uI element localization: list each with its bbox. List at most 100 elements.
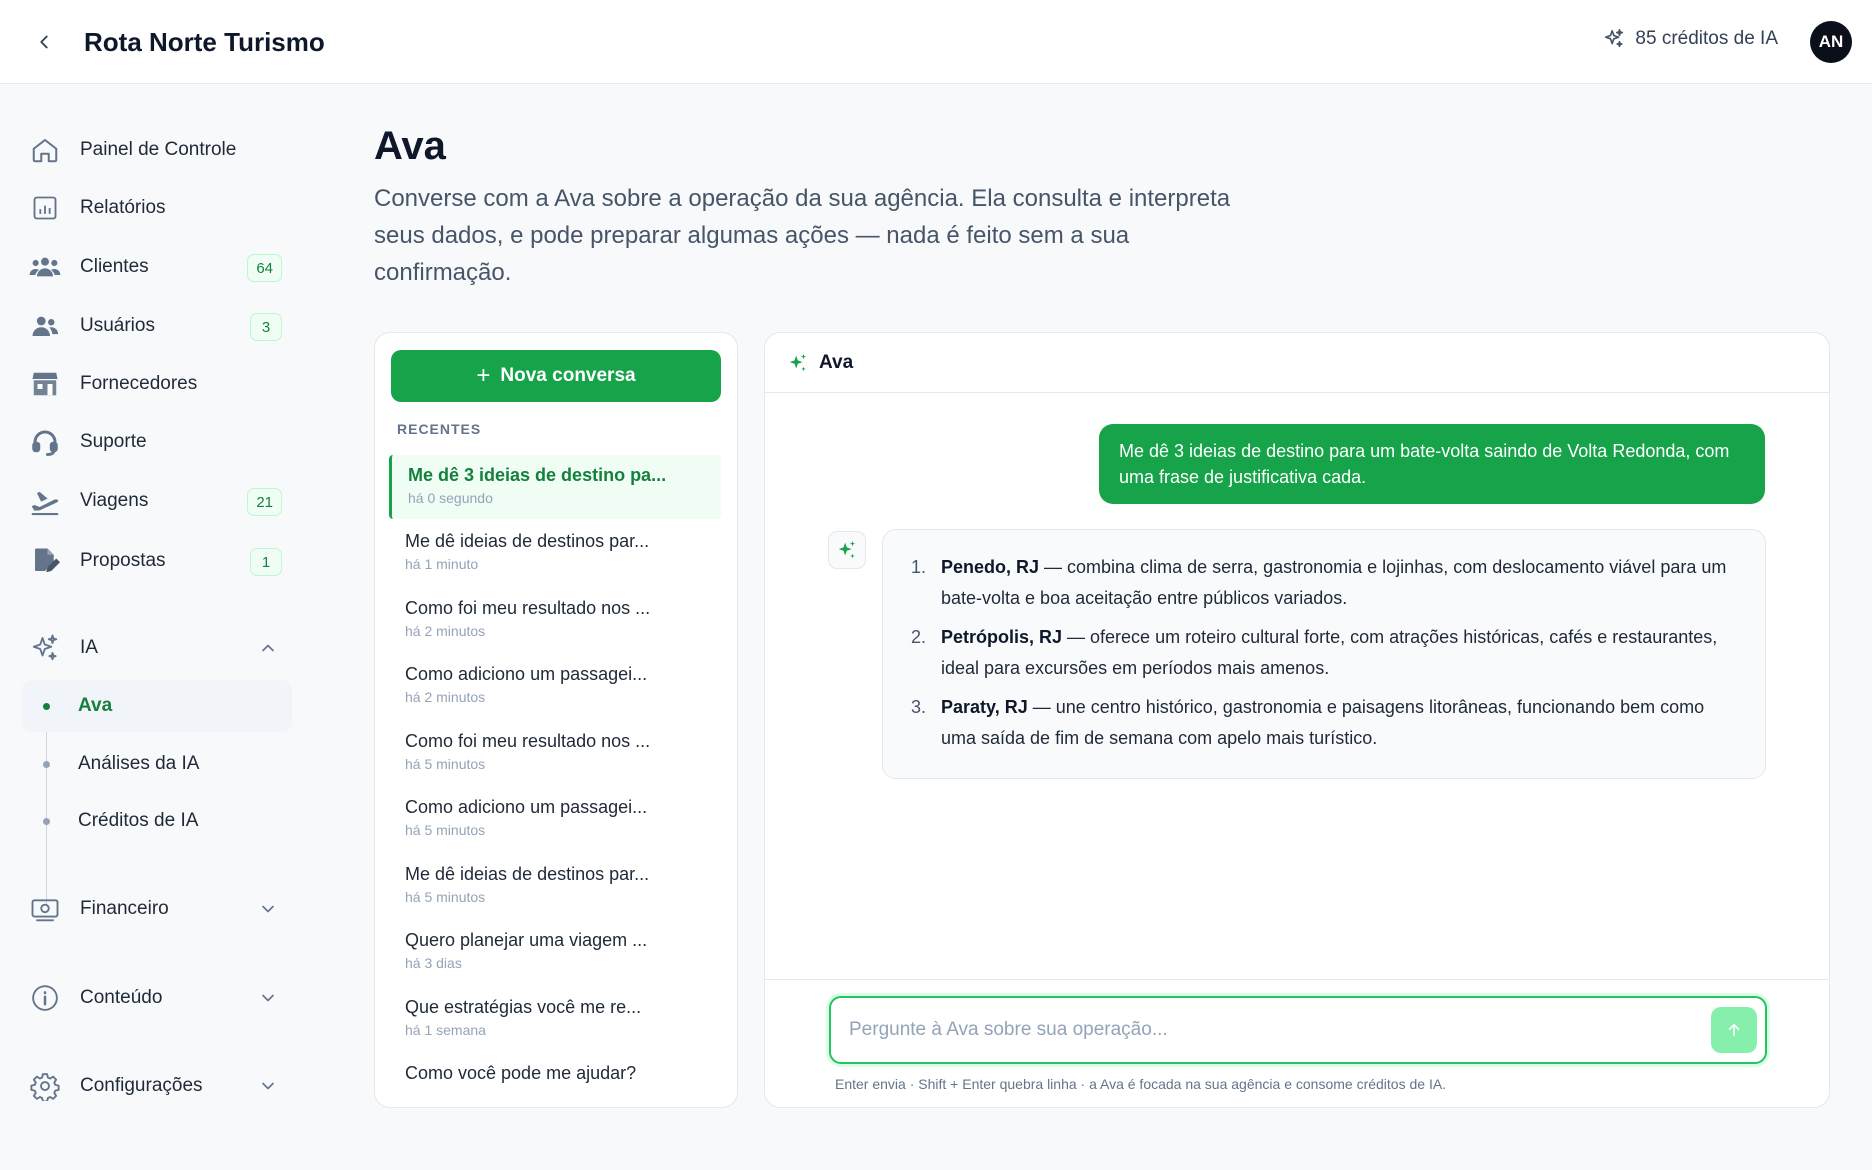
chevron-down-icon [262,1082,274,1090]
bullet-dot [43,761,50,768]
destination-text: — une centro histórico, gastronomia e pa… [941,697,1705,748]
sidebar-item-viagens[interactable]: Viagens 21 [22,475,292,527]
sidebar-subitem-ava[interactable]: Ava [22,680,292,732]
chat-footer: Enter envia · Shift + Enter quebra linha… [765,979,1829,1107]
chevron-down-icon [262,905,274,913]
sidebar-section-label: Configurações [80,1075,203,1096]
sidebar-section-ia[interactable]: IA [22,622,292,674]
ava-avatar [828,531,866,569]
money-icon [28,892,62,926]
users-icon [28,309,62,343]
store-icon [28,367,62,401]
destination-list: 1. Penedo, RJ — combina clima de serra, … [911,552,1735,754]
conversation-item[interactable]: Me dê ideias de destinos par... há 5 min… [389,854,721,918]
conversation-item[interactable]: Como adiciono um passagei... há 5 minuto… [389,787,721,851]
gear-icon [28,1069,62,1103]
credits-indicator[interactable]: 85 créditos de IA [1603,28,1778,50]
sidebar-subitem-analises[interactable]: Análises da IA [22,738,292,790]
top-bar: Rota Norte Turismo 85 créditos de IA AN [0,0,1872,84]
arrow-up-icon [1728,1023,1740,1037]
conversation-item[interactable]: Como você pode me ajudar? [389,1053,721,1107]
sidebar-item-label: Clientes [80,256,149,277]
sidebar-item-label: Relatórios [80,197,166,218]
sparkles-icon [838,540,856,559]
sparkles-icon [789,353,807,371]
bullet-dot [43,818,50,825]
destination-name: Paraty, RJ [941,697,1028,717]
conversation-title: Como foi meu resultado nos ... [405,598,651,618]
sidebar-item-usuarios[interactable]: Usuários 3 [22,300,292,352]
page-title: Ava [374,124,446,168]
send-button[interactable] [1711,1007,1757,1053]
sidebar-item-relatorios[interactable]: Relatórios [22,182,292,234]
conversation-title: Como você pode me ajudar? [405,1063,637,1083]
conversation-item[interactable]: Como adiciono um passagei... há 2 minuto… [389,654,721,718]
report-icon [28,191,62,225]
new-conversation-button[interactable]: + Nova conversa [391,350,721,402]
conversation-time: há 1 semana [405,1022,486,1038]
conversation-item[interactable]: Me dê 3 ideias de destino pa... há 0 seg… [389,455,721,519]
sidebar-item-clientes[interactable]: Clientes 64 [22,241,292,293]
list-number: 1. [911,557,927,577]
sidebar-item-propostas[interactable]: Propostas 1 [22,535,292,587]
sidebar-subitem-label: Análises da IA [78,753,200,774]
chevron-down-icon [262,994,274,1002]
conversation-item[interactable]: Como foi meu resultado nos ... há 2 minu… [389,588,721,652]
chevron-left-icon [40,35,48,49]
count-badge: 21 [247,488,282,516]
list-number: 2. [911,627,927,647]
sidebar-item-label: Usuários [80,315,155,336]
chat-input-box[interactable] [829,996,1767,1064]
headset-icon [28,425,62,459]
sidebar-section-label: IA [80,637,98,658]
sidebar-item-painel[interactable]: Painel de Controle [22,124,292,176]
page-description: Converse com a Ava sobre a operação da s… [374,185,1231,286]
sidebar-section-label: Financeiro [80,898,169,919]
chat-header: Ava [765,333,1829,393]
conversation-title: Como adiciono um passagei... [405,797,648,817]
sidebar: Painel de Controle Relatórios Clientes 6… [0,84,300,1170]
sidebar-section-conteudo[interactable]: Conteúdo [22,972,292,1024]
sidebar-item-label: Fornecedores [80,373,198,394]
chat-panel: Ava Me dê 3 ideias de destino para um ba… [764,332,1830,1108]
conversation-item[interactable]: Como foi meu resultado nos ... há 5 minu… [389,721,721,785]
conversation-title: Que estratégias você me re... [405,997,642,1017]
info-icon [28,981,62,1015]
conversation-title: Me dê 3 ideias de destino pa... [408,465,667,485]
count-badge: 1 [250,548,282,576]
user-avatar[interactable]: AN [1810,21,1852,63]
conversation-time: há 2 minutos [405,623,486,639]
input-hint: Enter envia · Shift + Enter quebra linha… [835,1076,1447,1092]
conversation-time: há 5 minutos [405,822,486,838]
conversation-item[interactable]: Que estratégias você me re... há 1 seman… [389,987,721,1051]
sidebar-item-fornecedores[interactable]: Fornecedores [22,358,292,410]
chevron-up-icon [262,644,274,652]
destination-name: Penedo, RJ [941,557,1040,577]
sidebar-subitem-creditos[interactable]: Créditos de IA [22,795,292,847]
count-badge: 3 [250,313,282,341]
back-button[interactable] [28,26,60,58]
conversation-item[interactable]: Me dê ideias de destinos par... há 1 min… [389,521,721,585]
sidebar-item-label: Suporte [80,431,147,452]
sidebar-item-label: Viagens [80,490,149,511]
conversation-title: Como adiciono um passagei... [405,664,648,684]
home-icon [28,133,62,167]
sidebar-section-financeiro[interactable]: Financeiro [22,883,292,935]
user-message: Me dê 3 ideias de destino para um bate-v… [1099,424,1765,504]
conversation-title: Quero planejar uma viagem ... [405,930,648,950]
sidebar-subitem-label: Créditos de IA [78,810,199,831]
plane-icon [28,484,62,518]
sparkles-icon [1605,29,1624,48]
sidebar-section-configuracoes[interactable]: Configurações [22,1060,292,1112]
conversation-time: há 5 minutos [405,889,486,905]
active-dot [43,703,50,710]
ava-message: 1. Penedo, RJ — combina clima de serra, … [882,529,1766,779]
sidebar-item-suporte[interactable]: Suporte [22,416,292,468]
conversation-title: Me dê ideias de destinos par... [405,531,650,551]
list-item: 1. Penedo, RJ — combina clima de serra, … [911,552,1735,614]
conversation-item[interactable]: Quero planejar uma viagem ... há 3 dias [389,920,721,984]
chat-input[interactable] [849,1014,1669,1046]
list-item: 2. Petrópolis, RJ — oferece um roteiro c… [911,622,1735,684]
destination-name: Petrópolis, RJ [941,627,1063,647]
new-conversation-label: Nova conversa [500,365,636,386]
